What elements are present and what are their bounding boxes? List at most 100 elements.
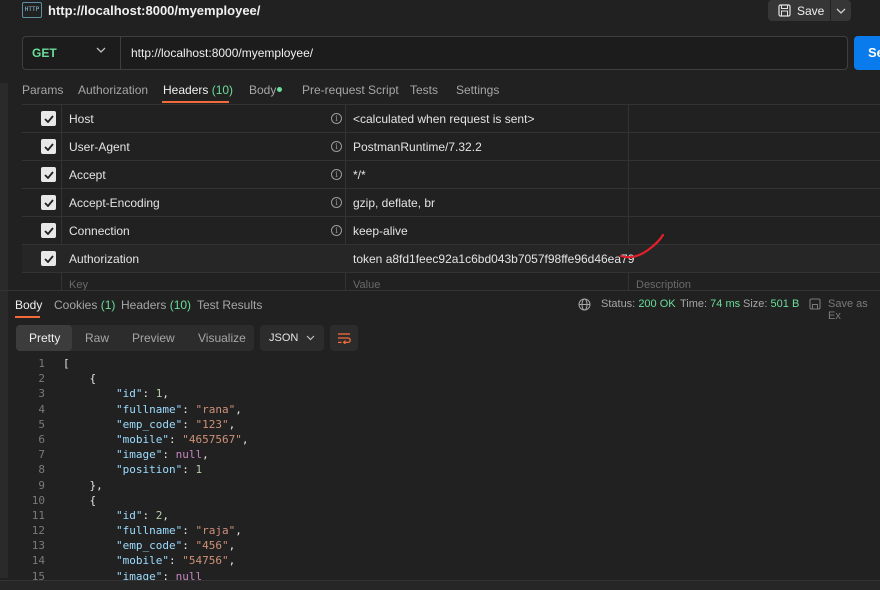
table-row — [22, 216, 880, 244]
send-button[interactable]: Se — [854, 36, 880, 70]
line-number: 10 — [31, 493, 45, 507]
code-text: "image": null, — [115, 448, 209, 462]
view-visualize-button[interactable]: Visualize — [198, 331, 246, 345]
header-key[interactable]: Accept-Encoding — [69, 196, 160, 210]
line-number: 12 — [31, 524, 45, 538]
globe-icon[interactable] — [578, 298, 591, 311]
tab-body[interactable]: Body — [249, 83, 276, 97]
code-line: 1[ — [0, 356, 880, 371]
checkbox-icon[interactable] — [41, 139, 56, 154]
code-text: "id": 1, — [115, 387, 169, 401]
table-row — [22, 160, 880, 188]
info-icon[interactable]: i — [331, 169, 342, 180]
checkbox-icon[interactable] — [41, 167, 56, 182]
code-text: { — [63, 372, 97, 386]
status-label: Status: — [601, 298, 636, 310]
code-text: "mobile": "54756", — [115, 554, 236, 568]
url-input[interactable]: http://localhost:8000/myemployee/ — [131, 46, 313, 60]
info-icon[interactable]: i — [331, 141, 342, 152]
view-raw-button[interactable]: Raw — [85, 331, 109, 345]
save-label: Save — [797, 3, 825, 18]
code-line: 4 "fullname": "rana", — [0, 402, 880, 417]
divider — [120, 37, 121, 69]
code-line: 10 { — [0, 493, 880, 508]
code-line: 8 "position": 1 — [0, 462, 880, 477]
info-icon[interactable]: i — [331, 197, 342, 208]
code-line: 12 "fullname": "raja", — [0, 523, 880, 538]
time-value[interactable]: 74 ms — [710, 298, 740, 310]
format-label: JSON — [269, 332, 299, 344]
chevron-down-icon — [836, 8, 846, 14]
line-number: 11 — [31, 508, 45, 522]
save-as-example-button[interactable]: Save as Ex — [828, 298, 880, 322]
header-value[interactable]: keep-alive — [353, 224, 408, 238]
tab-cookies-label: Cookies — [54, 298, 98, 312]
view-preview-button[interactable]: Preview — [132, 331, 175, 345]
header-key[interactable]: Host — [69, 112, 94, 126]
chevron-down-icon[interactable] — [96, 47, 106, 53]
checkbox-icon[interactable] — [41, 223, 56, 238]
tab-tests[interactable]: Tests — [410, 83, 438, 97]
code-line: 7 "image": null, — [0, 447, 880, 462]
view-pretty-button[interactable]: Pretty — [29, 331, 60, 345]
tab-cookies-count: (1) — [100, 298, 116, 312]
tab-params[interactable]: Params — [22, 83, 63, 97]
status-readout: Status: 200 OK — [601, 298, 676, 310]
wrap-lines-button[interactable] — [330, 325, 358, 351]
http-icon: HTTP — [22, 2, 42, 18]
tab-settings[interactable]: Settings — [456, 83, 499, 97]
save-options-button[interactable] — [831, 0, 851, 21]
code-line: 11 "id": 2, — [0, 508, 880, 523]
header-value[interactable]: gzip, deflate, br — [353, 196, 435, 210]
tab-headers-label: Headers — [163, 83, 209, 97]
info-icon[interactable]: i — [331, 113, 342, 124]
info-icon[interactable]: i — [331, 225, 342, 236]
tab-response-headers[interactable]: Headers (10) — [121, 298, 191, 312]
tab-headers[interactable]: Headers (10) — [163, 83, 233, 97]
code-line: 9 }, — [0, 478, 880, 493]
code-text: { — [63, 493, 97, 507]
header-value[interactable]: <calculated when request is sent> — [353, 112, 534, 126]
tab-pre-request-script[interactable]: Pre-request Script — [302, 83, 399, 97]
annotation-mark — [619, 233, 665, 259]
header-value[interactable]: token a8fd1feec92a1c6bd043b7057f98ffe96d… — [353, 252, 634, 266]
save-button[interactable]: Save — [768, 0, 830, 21]
checkbox-icon[interactable] — [41, 195, 56, 210]
line-number: 2 — [38, 372, 45, 386]
response-body-code[interactable]: 1[2 {3 "id": 1, 4 "fullname": "rana", 5 "e… — [0, 356, 880, 584]
method-select[interactable]: GET — [32, 46, 57, 60]
active-tab-indicator — [15, 316, 40, 318]
wrap-icon — [338, 333, 351, 344]
size-label: Size: — [743, 298, 768, 310]
line-number: 1 — [38, 357, 45, 370]
format-select[interactable]: JSON — [260, 325, 324, 351]
request-title[interactable]: http://localhost:8000/myemployee/ — [48, 3, 260, 18]
header-key[interactable]: Authorization — [69, 252, 139, 266]
header-value[interactable]: */* — [353, 168, 366, 182]
line-number: 5 — [38, 417, 45, 431]
code-text: "position": 1 — [115, 463, 203, 477]
status-value[interactable]: 200 OK — [638, 298, 675, 310]
header-key[interactable]: User-Agent — [69, 140, 130, 154]
header-key[interactable]: Connection — [69, 224, 130, 238]
size-value[interactable]: 501 B — [771, 298, 800, 310]
code-line: 14 "mobile": "54756", — [0, 553, 880, 568]
time-label: Time: — [680, 298, 708, 310]
tab-authorization[interactable]: Authorization — [78, 83, 148, 97]
checkbox-icon[interactable] — [41, 111, 56, 126]
status-bar — [0, 580, 880, 590]
tab-test-results[interactable]: Test Results — [197, 298, 262, 312]
header-value[interactable]: PostmanRuntime/7.32.2 — [353, 140, 482, 154]
code-text: }, — [63, 478, 103, 492]
body-indicator-dot — [277, 87, 282, 92]
table-row — [22, 272, 880, 300]
line-number: 4 — [38, 402, 45, 416]
line-number: 8 — [38, 463, 45, 477]
header-key[interactable]: Accept — [69, 168, 106, 182]
tab-cookies[interactable]: Cookies (1) — [54, 298, 115, 312]
checkbox-icon[interactable] — [41, 251, 56, 266]
code-line: 2 { — [0, 371, 880, 386]
line-number: 7 — [38, 448, 45, 462]
chevron-down-icon — [306, 335, 315, 341]
tab-response-body[interactable]: Body — [15, 298, 42, 312]
